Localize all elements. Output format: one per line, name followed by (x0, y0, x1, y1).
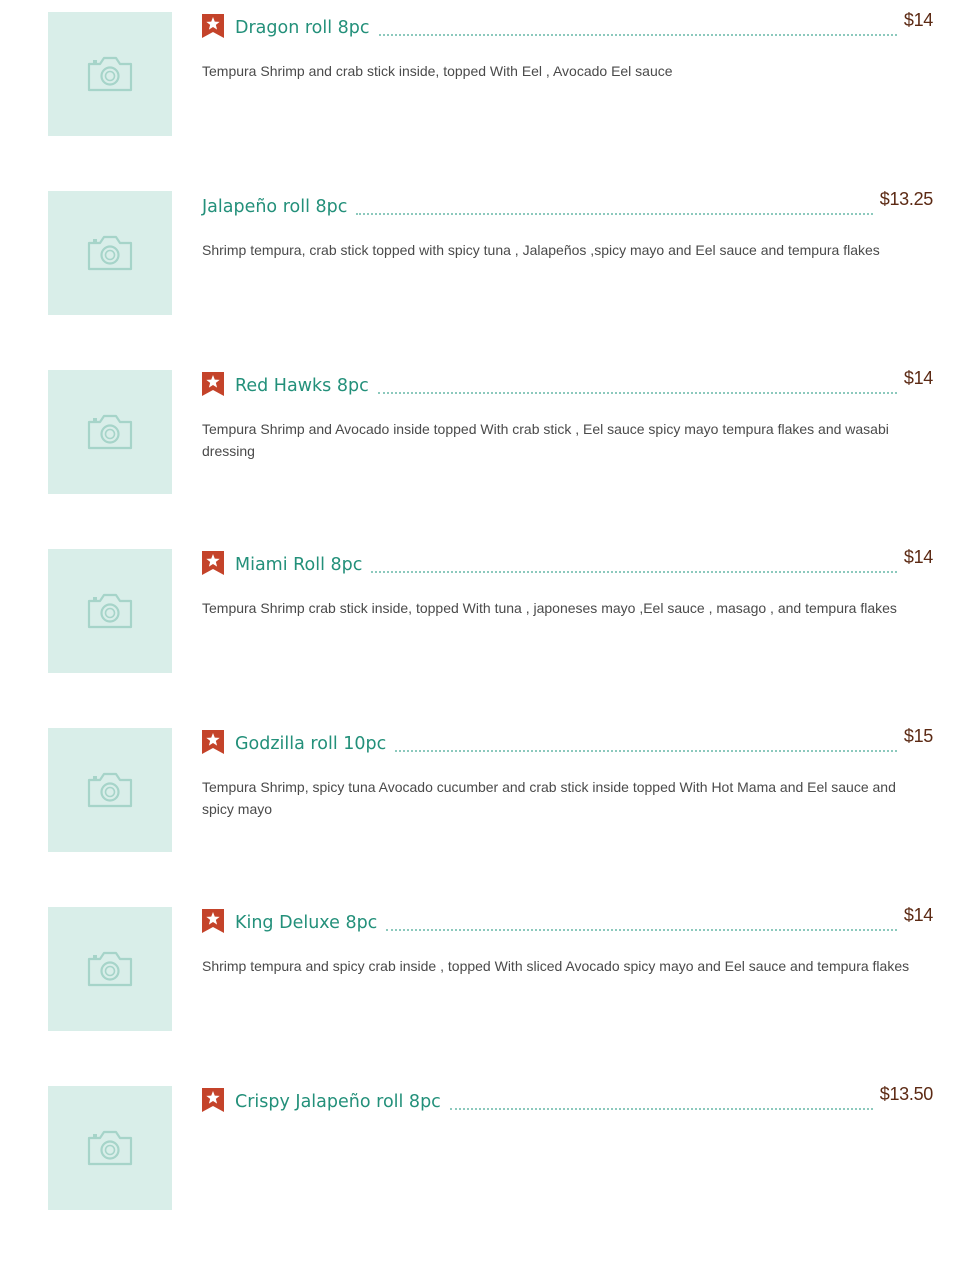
menu-item: Godzilla roll 10pc $15 Tempura Shrimp, s… (0, 726, 965, 907)
item-photo-placeholder[interactable] (48, 549, 172, 673)
item-name[interactable]: Godzilla roll 10pc (235, 733, 386, 756)
item-name[interactable]: Crispy Jalapeño roll 8pc (235, 1091, 441, 1114)
item-info: Crispy Jalapeño roll 8pc $13.50 (202, 1084, 934, 1134)
item-title-row: Godzilla roll 10pc $15 (202, 726, 933, 756)
item-title-row: Jalapeño roll 8pc $13.25 (202, 189, 934, 219)
camera-icon (87, 414, 133, 450)
item-description: Tempura Shrimp and crab stick inside, to… (202, 63, 673, 79)
star-badge-icon (202, 1088, 224, 1112)
item-title-row: Red Hawks 8pc $14 (202, 368, 933, 398)
item-name[interactable]: Dragon roll 8pc (235, 17, 370, 40)
item-title-row: Crispy Jalapeño roll 8pc $13.50 (202, 1084, 934, 1114)
item-title-row: King Deluxe 8pc $14 (202, 905, 933, 935)
item-name[interactable]: Miami Roll 8pc (235, 554, 362, 577)
item-name[interactable]: King Deluxe 8pc (235, 912, 377, 935)
item-description: Tempura Shrimp and Avocado inside topped… (202, 421, 889, 459)
camera-icon (87, 1130, 133, 1166)
item-description: Shrimp tempura, crab stick topped with s… (202, 242, 880, 258)
menu-item: Jalapeño roll 8pc $13.25 Shrimp tempura,… (0, 189, 965, 370)
item-title-row: Dragon roll 8pc $14 (202, 10, 933, 40)
item-info: Red Hawks 8pc $14 Tempura Shrimp and Avo… (202, 368, 933, 462)
dotted-leader (449, 1107, 873, 1110)
star-badge-icon (202, 730, 224, 754)
item-price: $14 (903, 547, 933, 567)
item-info: Miami Roll 8pc $14 Tempura Shrimp crab s… (202, 547, 933, 619)
item-description: Shrimp tempura and spicy crab inside , t… (202, 958, 910, 974)
item-price: $14 (903, 368, 933, 388)
item-info: Jalapeño roll 8pc $13.25 Shrimp tempura,… (202, 189, 934, 261)
menu-item: Crispy Jalapeño roll 8pc $13.50 (0, 1084, 965, 1265)
item-title-row: Miami Roll 8pc $14 (202, 547, 933, 577)
item-name[interactable]: Jalapeño roll 8pc (202, 196, 347, 219)
item-price: $14 (903, 10, 933, 30)
item-photo-placeholder[interactable] (48, 728, 172, 852)
camera-icon (87, 235, 133, 271)
camera-icon (87, 56, 133, 92)
star-badge-icon (202, 551, 224, 575)
item-name[interactable]: Red Hawks 8pc (235, 375, 369, 398)
star-badge-icon (202, 14, 224, 38)
dotted-leader (378, 33, 897, 36)
item-info: King Deluxe 8pc $14 Shrimp tempura and s… (202, 905, 933, 977)
item-photo-placeholder[interactable] (48, 370, 172, 494)
dotted-leader (377, 391, 897, 394)
camera-icon (87, 593, 133, 629)
star-badge-icon (202, 372, 224, 396)
item-description: Tempura Shrimp, spicy tuna Avocado cucum… (202, 779, 896, 817)
dotted-leader (371, 570, 897, 573)
item-price: $13.50 (879, 1084, 934, 1104)
camera-icon (87, 772, 133, 808)
menu-item: Red Hawks 8pc $14 Tempura Shrimp and Avo… (0, 368, 965, 549)
item-info: Godzilla roll 10pc $15 Tempura Shrimp, s… (202, 726, 933, 820)
dotted-leader (386, 928, 897, 931)
item-price: $13.25 (879, 189, 934, 209)
item-description: Tempura Shrimp crab stick inside, topped… (202, 600, 897, 616)
dotted-leader (395, 749, 897, 752)
item-info: Dragon roll 8pc $14 Tempura Shrimp and c… (202, 10, 933, 82)
item-photo-placeholder[interactable] (48, 191, 172, 315)
menu-item: King Deluxe 8pc $14 Shrimp tempura and s… (0, 905, 965, 1086)
dotted-leader (356, 212, 873, 215)
menu-item: Dragon roll 8pc $14 Tempura Shrimp and c… (0, 10, 965, 191)
camera-icon (87, 951, 133, 987)
menu-item: Miami Roll 8pc $14 Tempura Shrimp crab s… (0, 547, 965, 728)
item-price: $15 (903, 726, 933, 746)
item-price: $14 (903, 905, 933, 925)
item-photo-placeholder[interactable] (48, 12, 172, 136)
item-photo-placeholder[interactable] (48, 907, 172, 1031)
star-badge-icon (202, 909, 224, 933)
